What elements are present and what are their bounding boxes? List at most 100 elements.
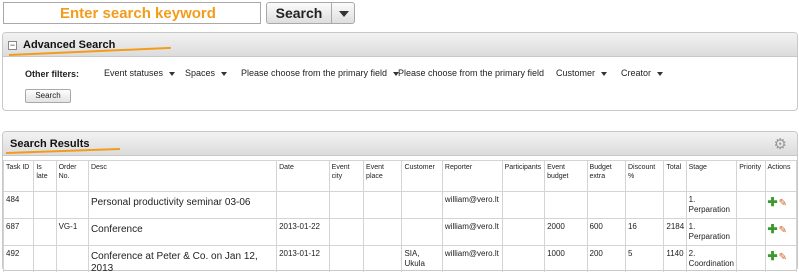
add-icon[interactable]: ✚: [768, 223, 778, 235]
participants-cell: [501, 245, 546, 272]
event-city-cell: [328, 245, 365, 272]
date-cell: 2013-01-22: [276, 218, 330, 246]
event-budget-cell: [544, 191, 588, 219]
is-late-cell: [33, 218, 57, 246]
filter-label: Please choose from the primary field: [398, 68, 545, 78]
chevron-down-icon: [339, 11, 349, 17]
filter-primary-field-1[interactable]: Please choose from the primary field: [241, 68, 400, 78]
event-city-cell: [328, 218, 365, 246]
column-header[interactable]: Customer: [401, 160, 443, 192]
edit-icon[interactable]: ✎: [779, 226, 787, 236]
advanced-search-header[interactable]: − Advanced Search: [3, 33, 797, 57]
event-place-cell: [363, 191, 403, 219]
filter-label: Spaces: [185, 68, 216, 78]
add-icon[interactable]: ✚: [768, 196, 778, 208]
event-city-cell: [328, 191, 365, 219]
search-results-panel: Search Results ⚙ Task ID Is late Order N…: [2, 131, 798, 272]
column-header[interactable]: Event place: [363, 160, 403, 192]
filter-customer[interactable]: Customer: [556, 68, 608, 78]
customer-cell: [401, 218, 443, 246]
edit-icon[interactable]: ✎: [779, 199, 787, 209]
participants-cell: [501, 218, 546, 246]
order-no-cell: VG-1: [55, 218, 89, 246]
column-header[interactable]: Priority: [736, 160, 766, 192]
task-id-cell: 687: [2, 218, 35, 246]
date-cell: 2013-01-12: [276, 245, 330, 272]
order-no-cell: [55, 191, 89, 219]
stage-cell: 1. Perparation: [685, 191, 738, 219]
search-button[interactable]: Search: [266, 2, 331, 24]
reporter-cell: william@vero.lt: [441, 191, 503, 219]
table-row[interactable]: 492 Conference at Peter & Co. on Jan 12,…: [2, 245, 797, 272]
column-header[interactable]: Discount %: [624, 160, 665, 192]
filter-primary-field-2[interactable]: Please choose from the primary field: [398, 68, 544, 78]
table-row[interactable]: 484 Personal productivity seminar 03-06 …: [2, 191, 797, 219]
advanced-search-panel: − Advanced Search Other filters: Event s…: [2, 32, 798, 111]
column-header[interactable]: Event city: [328, 160, 365, 192]
actions-cell: ✚✎: [764, 191, 797, 219]
discount-cell: 16: [624, 218, 665, 246]
order-no-cell: [55, 245, 89, 272]
table-header-row: Task ID Is late Order No. Desc Date Even…: [2, 160, 797, 192]
filter-creator[interactable]: Creator: [621, 68, 664, 78]
budget-extra-cell: [586, 191, 626, 219]
filter-label: Creator: [621, 68, 652, 78]
column-header[interactable]: Event budget: [544, 160, 588, 192]
gear-icon[interactable]: ⚙: [774, 137, 787, 152]
customer-cell: SIA, Ukula: [401, 245, 443, 272]
discount-cell: [624, 191, 665, 219]
column-header[interactable]: Reporter: [441, 160, 503, 192]
other-filters-label: Other filters:: [25, 69, 80, 79]
total-cell: 2184: [663, 218, 687, 246]
add-icon[interactable]: ✚: [768, 250, 778, 262]
event-place-cell: [363, 218, 403, 246]
actions-cell: ✚✎: [764, 245, 797, 272]
priority-cell: [736, 245, 766, 272]
budget-extra-cell: 200: [586, 245, 626, 272]
event-place-cell: [363, 245, 403, 272]
filter-label: Customer: [556, 68, 596, 78]
column-header[interactable]: Total: [663, 160, 687, 192]
collapse-icon[interactable]: −: [8, 41, 17, 50]
column-header[interactable]: Desc: [87, 160, 278, 192]
date-cell: [276, 191, 330, 219]
reporter-cell: william@vero.lt: [441, 218, 503, 246]
filter-event-statuses[interactable]: Event statuses: [104, 68, 176, 78]
filter-label: Please choose from the primary field: [241, 68, 388, 78]
desc-cell: Conference at Peter & Co. on Jan 12, 201…: [87, 245, 278, 272]
is-late-cell: [33, 245, 57, 272]
is-late-cell: [33, 191, 57, 219]
discount-cell: 5: [624, 245, 665, 272]
column-header[interactable]: Is late: [33, 160, 57, 192]
column-header[interactable]: Date: [276, 160, 330, 192]
participants-cell: [501, 191, 546, 219]
column-header[interactable]: Order No.: [55, 160, 89, 192]
desc-cell: Personal productivity seminar 03-06: [87, 191, 278, 219]
customer-cell: [401, 191, 443, 219]
event-budget-cell: 1000: [544, 245, 588, 272]
chevron-down-icon: [601, 71, 608, 76]
column-header[interactable]: Participants: [501, 160, 546, 192]
column-header[interactable]: Stage: [685, 160, 738, 192]
reporter-cell: william@vero.lt: [441, 245, 503, 272]
priority-cell: [736, 218, 766, 246]
search-results-header: Search Results ⚙: [3, 132, 797, 156]
total-cell: 1140: [663, 245, 687, 272]
search-options-dropdown[interactable]: [331, 2, 355, 24]
column-header[interactable]: Budget extra: [586, 160, 626, 192]
column-header[interactable]: Task ID: [2, 160, 35, 192]
table-row[interactable]: 687 VG-1 Conference 2013-01-22 william@v…: [2, 218, 797, 246]
results-table: Task ID Is late Order No. Desc Date Even…: [2, 160, 797, 272]
desc-cell: Conference: [87, 218, 278, 246]
search-results-title: Search Results: [10, 138, 90, 150]
filter-spaces[interactable]: Spaces: [185, 68, 228, 78]
filter-label: Event statuses: [104, 68, 164, 78]
chevron-down-icon: [221, 71, 228, 76]
edit-icon[interactable]: ✎: [779, 253, 787, 263]
total-cell: [663, 191, 687, 219]
actions-cell: ✚✎: [764, 218, 797, 246]
advanced-search-button[interactable]: Search: [25, 89, 71, 103]
task-id-cell: 484: [2, 191, 35, 219]
search-input[interactable]: Enter search keyword: [3, 2, 261, 24]
column-header: Actions: [764, 160, 797, 192]
